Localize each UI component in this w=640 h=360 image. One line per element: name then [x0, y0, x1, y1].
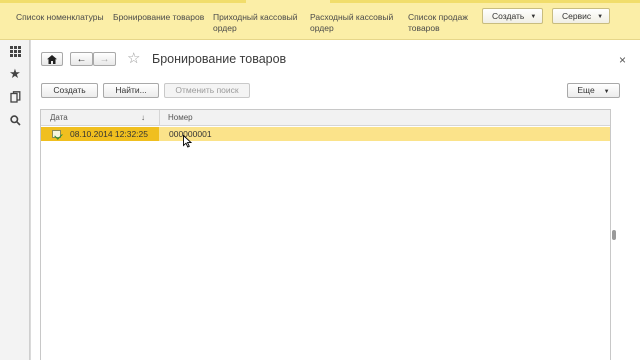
top-link-label: товаров [408, 23, 440, 33]
top-link-label: ордер [310, 23, 334, 33]
table-row[interactable]: 08.10.2014 12:32:25 000000001 [41, 127, 610, 141]
create-button[interactable]: Создать [41, 83, 98, 98]
find-button[interactable]: Найти... [103, 83, 159, 98]
sort-arrow-icon[interactable]: ↓ [141, 113, 145, 122]
cancel-search-button[interactable]: Отменить поиск [164, 83, 250, 98]
top-link-label: Список номенклатуры [16, 12, 104, 22]
service-label: Сервис [562, 11, 592, 21]
arrow-right-icon: → [99, 53, 110, 65]
service-button[interactable]: Сервис ▼ [552, 8, 611, 24]
top-link-cash-receipt-order[interactable]: Приходный кассовый ордер [213, 12, 297, 34]
posted-document-icon [52, 130, 61, 138]
top-stripe [330, 0, 640, 3]
apps-grid-icon[interactable] [8, 44, 22, 58]
add-to-favorites-star-icon[interactable]: ☆ [127, 49, 140, 67]
more-label: Еще [577, 85, 595, 95]
left-sidebar: ★ [0, 40, 30, 360]
main-form: × ← → ☆ Бронирование товаров Создать Най… [30, 40, 640, 360]
table-header: Дата ↓ Номер [41, 110, 610, 126]
close-icon[interactable]: × [619, 53, 626, 67]
dropdown-caret-icon: ▼ [530, 14, 537, 20]
favorites-star-icon[interactable]: ★ [8, 66, 22, 81]
bookings-table: Дата ↓ Номер 08.10.2014 12:32:25 0000000… [40, 109, 611, 360]
top-link-label: ордер [213, 23, 237, 33]
back-button[interactable]: ← [70, 52, 93, 66]
search-icon[interactable] [8, 113, 22, 127]
dropdown-caret-icon: ▼ [603, 89, 610, 95]
top-link-label: Приходный кассовый [213, 12, 298, 22]
history-icon[interactable] [8, 90, 22, 104]
top-link-goods-booking[interactable]: Бронирование товаров [113, 12, 204, 23]
home-icon [47, 54, 57, 64]
scrollbar-thumb[interactable] [612, 230, 616, 240]
top-section-panel: Список номенклатуры Бронирование товаров… [0, 0, 640, 40]
arrow-left-icon: ← [76, 53, 87, 65]
forward-button[interactable]: → [93, 52, 116, 66]
column-header-date[interactable]: Дата [50, 113, 68, 122]
top-stripe [0, 0, 246, 3]
table-cell-date[interactable]: 08.10.2014 12:32:25 [41, 127, 159, 141]
top-link-label: Список продаж [408, 12, 468, 22]
dropdown-caret-icon: ▼ [597, 14, 604, 20]
more-button[interactable]: Еще ▼ [567, 83, 620, 98]
mouse-cursor-icon [183, 135, 192, 148]
row-date: 08.10.2014 12:32:25 [70, 129, 148, 139]
top-link-label: Расходный кассовый [310, 12, 394, 22]
top-create-button[interactable]: Создать ▼ [482, 8, 544, 24]
home-button[interactable] [41, 52, 63, 66]
page-title: Бронирование товаров [152, 52, 287, 66]
top-create-label: Создать [492, 11, 525, 21]
top-link-sales-list[interactable]: Список продаж товаров [408, 12, 468, 34]
column-header-number[interactable]: Номер [168, 113, 193, 122]
top-link-cash-expense-order[interactable]: Расходный кассовый ордер [310, 12, 393, 34]
top-link-nomenclature-list[interactable]: Список номенклатуры [16, 12, 104, 23]
column-separator [159, 110, 160, 126]
top-link-label: Бронирование товаров [113, 12, 205, 22]
